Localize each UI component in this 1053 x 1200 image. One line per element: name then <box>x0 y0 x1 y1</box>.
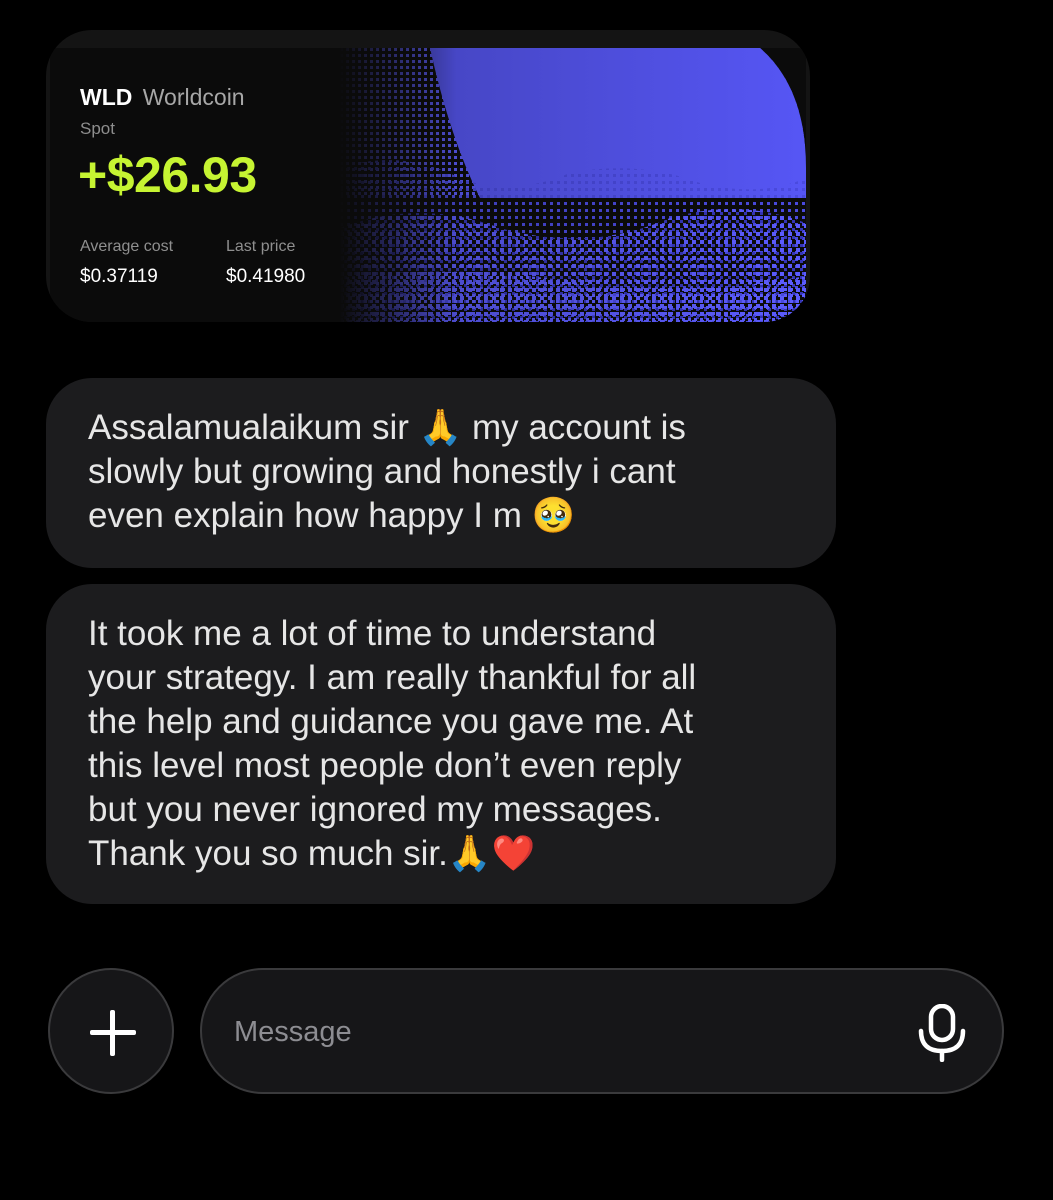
dither-landscape-art <box>340 48 806 322</box>
shared-image-message[interactable]: WLD Worldcoin Spot +$26.93 Average cost … <box>46 30 810 322</box>
message-bubble-2[interactable]: It took me a lot of time to understand y… <box>46 584 836 904</box>
average-cost-value: $0.37119 <box>80 266 158 287</box>
last-price-label: Last price <box>226 238 296 255</box>
add-attachment-button[interactable] <box>48 968 174 1094</box>
message-input[interactable] <box>232 1006 896 1058</box>
pnl-card: WLD Worldcoin Spot +$26.93 Average cost … <box>50 48 806 322</box>
message-text: Assalamualaikum sir 🙏 my account is slow… <box>88 408 686 535</box>
microphone-icon[interactable] <box>914 1004 970 1062</box>
message-bubble-1[interactable]: Assalamualaikum sir 🙏 my account is slow… <box>46 378 836 568</box>
average-cost-label: Average cost <box>80 238 174 255</box>
last-price-value: $0.41980 <box>226 266 306 287</box>
pnl-value: +$26.93 <box>78 147 257 203</box>
ticker-name: Worldcoin <box>142 84 245 110</box>
market-type: Spot <box>80 119 115 138</box>
message-composer[interactable] <box>200 968 1004 1094</box>
message-text: It took me a lot of time to understand y… <box>88 614 697 873</box>
ticker-line: WLD Worldcoin <box>80 84 245 111</box>
ticker-symbol: WLD <box>80 84 133 110</box>
